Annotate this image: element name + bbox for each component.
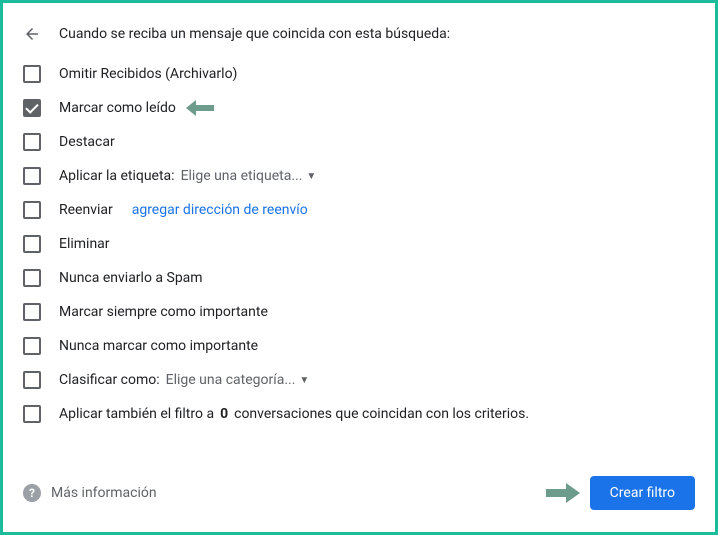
create-filter-button[interactable]: Crear filtro bbox=[590, 476, 695, 510]
dropdown-apply-label-text: Elige una etiqueta... bbox=[181, 168, 303, 184]
label-star: Destacar bbox=[59, 134, 115, 150]
annotation-arrow-icon bbox=[186, 99, 214, 117]
checkbox-delete[interactable] bbox=[23, 235, 41, 253]
back-arrow-icon[interactable] bbox=[23, 25, 41, 43]
dialog-title: Cuando se reciba un mensaje que coincida… bbox=[59, 26, 450, 42]
option-never-spam: Nunca enviarlo a Spam bbox=[23, 269, 695, 287]
option-never-important: Nunca marcar como importante bbox=[23, 337, 695, 355]
checkbox-never-important[interactable] bbox=[23, 337, 41, 355]
link-add-forward-address[interactable]: agregar dirección de reenvío bbox=[132, 202, 308, 218]
checkbox-never-spam[interactable] bbox=[23, 269, 41, 287]
annotation-arrow-icon bbox=[546, 483, 580, 503]
checkbox-forward[interactable] bbox=[23, 201, 41, 219]
dropdown-apply-label[interactable]: Elige una etiqueta... ▼ bbox=[181, 168, 317, 184]
apply-existing-suffix: conversaciones que coincidan con los cri… bbox=[234, 406, 529, 422]
filter-options-list: Omitir Recibidos (Archivarlo) Marcar com… bbox=[23, 65, 695, 423]
checkbox-apply-existing[interactable] bbox=[23, 405, 41, 423]
label-delete: Eliminar bbox=[59, 236, 110, 252]
label-mark-read: Marcar como leído bbox=[59, 99, 214, 117]
caret-down-icon: ▼ bbox=[299, 375, 309, 386]
label-categorize: Clasificar como: Elige una categoría... … bbox=[59, 372, 309, 388]
label-forward: Reenviar agregar dirección de reenvío bbox=[59, 202, 308, 218]
label-never-spam: Nunca enviarlo a Spam bbox=[59, 270, 203, 286]
checkbox-apply-label[interactable] bbox=[23, 167, 41, 185]
checkbox-categorize[interactable] bbox=[23, 371, 41, 389]
label-apply-label: Aplicar la etiqueta: Elige una etiqueta.… bbox=[59, 168, 316, 184]
option-star: Destacar bbox=[23, 133, 695, 151]
option-archive: Omitir Recibidos (Archivarlo) bbox=[23, 65, 695, 83]
option-forward: Reenviar agregar dirección de reenvío bbox=[23, 201, 695, 219]
checkbox-archive[interactable] bbox=[23, 65, 41, 83]
dropdown-categorize-text: Elige una categoría... bbox=[166, 372, 296, 388]
label-mark-read-text: Marcar como leído bbox=[59, 100, 176, 116]
label-archive: Omitir Recibidos (Archivarlo) bbox=[59, 66, 237, 82]
label-categorize-text: Clasificar como: bbox=[59, 372, 160, 388]
caret-down-icon: ▼ bbox=[306, 171, 316, 182]
filter-dialog: Cuando se reciba un mensaje que coincida… bbox=[0, 0, 718, 535]
label-apply-existing: Aplicar también el filtro a 0 conversaci… bbox=[59, 406, 529, 422]
checkbox-always-important[interactable] bbox=[23, 303, 41, 321]
option-categorize: Clasificar como: Elige una categoría... … bbox=[23, 371, 695, 389]
footer-left: ? Más información bbox=[23, 484, 157, 502]
label-apply-label-text: Aplicar la etiqueta: bbox=[59, 168, 175, 184]
option-always-important: Marcar siempre como importante bbox=[23, 303, 695, 321]
option-apply-existing: Aplicar también el filtro a 0 conversaci… bbox=[23, 405, 695, 423]
option-apply-label: Aplicar la etiqueta: Elige una etiqueta.… bbox=[23, 167, 695, 185]
dropdown-categorize[interactable]: Elige una categoría... ▼ bbox=[166, 372, 310, 388]
apply-existing-prefix: Aplicar también el filtro a bbox=[59, 406, 214, 422]
dialog-header: Cuando se reciba un mensaje que coincida… bbox=[23, 25, 695, 43]
label-never-important: Nunca marcar como importante bbox=[59, 338, 258, 354]
footer-right: Crear filtro bbox=[542, 476, 695, 510]
apply-existing-count: 0 bbox=[220, 406, 228, 422]
option-delete: Eliminar bbox=[23, 235, 695, 253]
label-always-important: Marcar siempre como importante bbox=[59, 304, 268, 320]
checkbox-mark-read[interactable] bbox=[23, 99, 41, 117]
checkbox-star[interactable] bbox=[23, 133, 41, 151]
option-mark-read: Marcar como leído bbox=[23, 99, 695, 117]
dialog-footer: ? Más información Crear filtro bbox=[23, 476, 695, 510]
more-info-link[interactable]: Más información bbox=[51, 485, 157, 501]
label-forward-text: Reenviar bbox=[59, 202, 113, 218]
help-icon[interactable]: ? bbox=[23, 484, 41, 502]
